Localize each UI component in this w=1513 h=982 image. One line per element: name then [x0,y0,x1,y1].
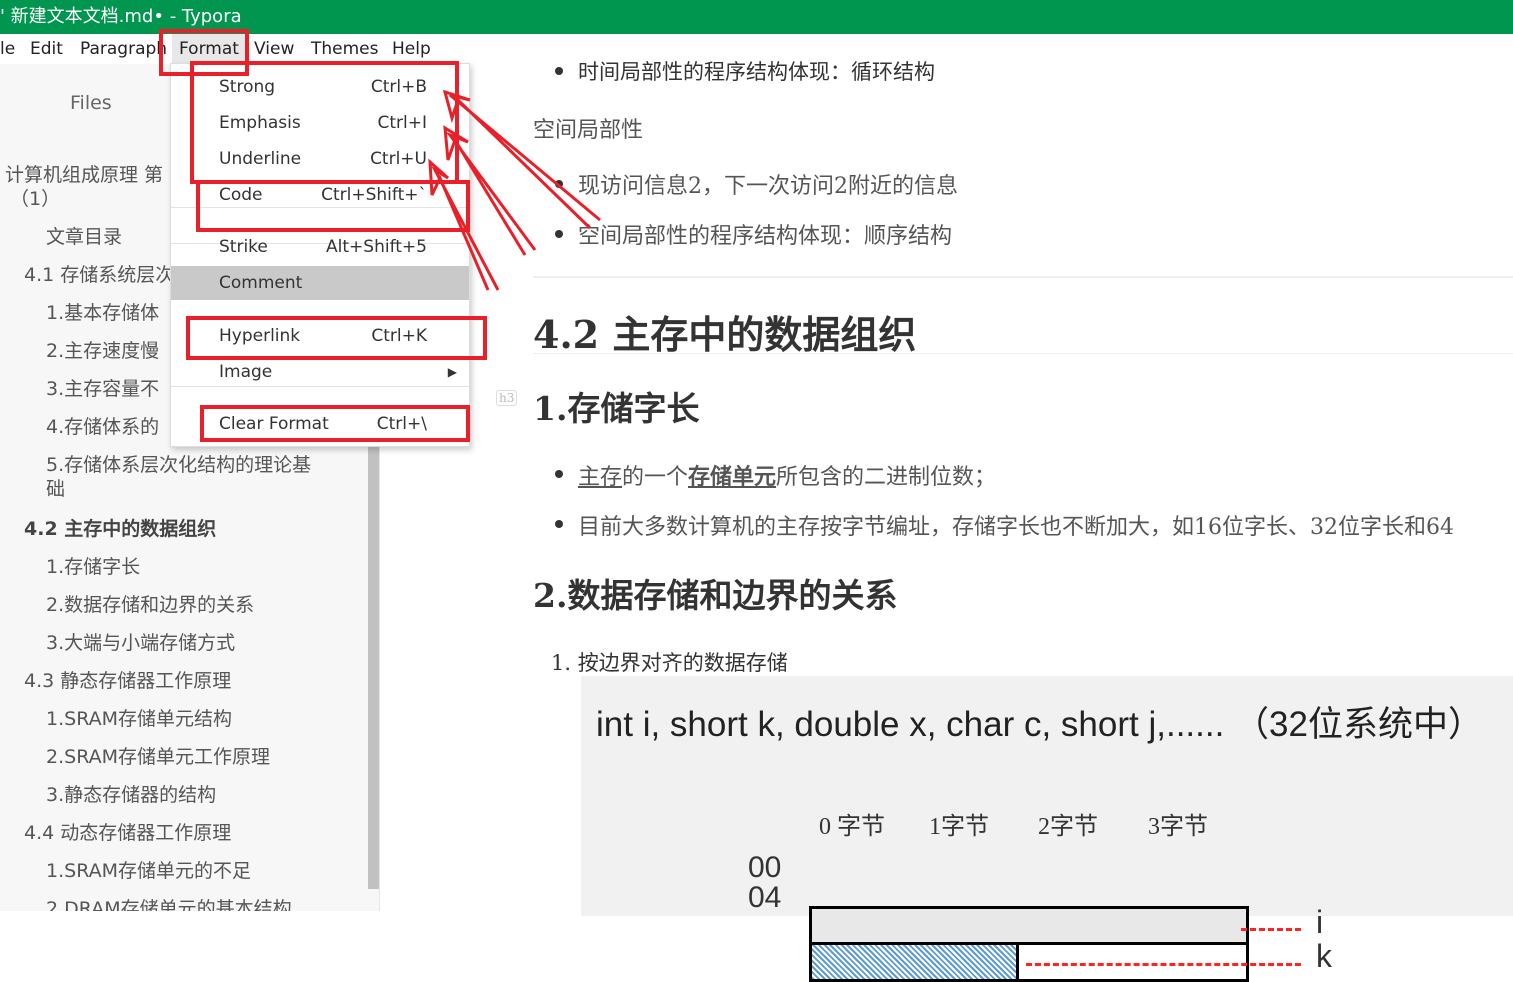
title-bar: ' 新建文本文档.md• - Typora [0,0,1513,34]
var-label: i [1316,904,1324,940]
toc-item[interactable]: 1.SRAM存储单元的不足 [46,856,251,883]
toc-item[interactable]: 2.DRAM存储单元的基本结构 [46,894,292,911]
diagram-image: int i, short k, double x, char c, short … [581,676,1513,982]
toc-item[interactable]: 2.SRAM存储单元工作原理 [46,742,270,769]
menu-item-underline[interactable]: Underline Ctrl+U [171,142,469,176]
menu-file[interactable]: le [0,34,15,64]
row-label: 00 [748,851,782,884]
paragraph: 空间局部性 [533,118,644,143]
heading-3: 2.数据存储和边界的关系 [533,576,898,615]
menu-item-hyperlink[interactable]: Hyperlink Ctrl+K [171,319,469,353]
menu-item-code[interactable]: Code Ctrl+Shift+` [171,178,469,212]
menu-item-label: Image [219,362,273,382]
col-label: 0 字节 [819,814,885,840]
files-title[interactable]: Files [70,92,112,114]
menu-item-image[interactable]: Image ▶ [171,355,469,389]
menu-item-strong[interactable]: Strong Ctrl+B [171,70,469,104]
ordered-item: 1. 按边界对齐的数据存储 [551,651,788,675]
menu-edit[interactable]: Edit [30,34,63,64]
format-menu: Strong Ctrl+B Emphasis Ctrl+I Underline Ctrl+… [170,63,470,447]
toc-item[interactable]: 5.存储体系层次化结构的理论基 [46,450,311,477]
sidebar-scrollbar[interactable] [368,444,379,889]
bullet-text: 空间局部性的程序结构体现：顺序结构 [578,224,953,249]
toc-item[interactable]: 计算机组成原理 第 [5,160,163,187]
toc-item[interactable]: 4.4 动态存储器工作原理 [24,818,231,845]
toc-item[interactable]: 文章目录 [46,222,122,249]
heading-3: 1.存储字长 [533,389,700,428]
menu-item-clear-format[interactable]: Clear Format Ctrl+\ [171,407,469,441]
menu-item-shortcut: Ctrl+B [370,77,427,97]
toc-item[interactable]: 4.3 静态存储器工作原理 [24,666,231,693]
menu-item-label: Underline [219,149,302,169]
heading-2: 4.2 主存中的数据组织 [533,312,917,357]
toc-item[interactable]: 2.数据存储和边界的关系 [46,590,254,617]
toc-item[interactable]: （1） [10,184,60,211]
menu-help[interactable]: Help [392,34,431,64]
window-title: ' 新建文本文档.md• - Typora [0,6,242,27]
editor[interactable]: 时间局部性的程序结构体现：循环结构 空间局部性 现访问信息2，下一次访问2附近的… [381,60,1513,982]
toc-item[interactable]: 础 [46,474,65,501]
toc-item[interactable]: 4.1 存储系统层次 [24,260,174,287]
menu-item-shortcut: Ctrl+K [371,326,427,346]
menu-view[interactable]: View [254,34,294,64]
toc-item[interactable]: 1.存储字长 [46,552,140,579]
col-label: 3字节 [1148,814,1208,840]
row-label: 04 [748,881,782,914]
menu-paragraph[interactable]: Paragraph [80,34,167,64]
bullet-text: 现访问信息2，下一次访问2附近的信息 [578,174,958,199]
menu-item-strike[interactable]: Strike Alt+Shift+5 [171,230,469,264]
var-label: k [1316,938,1332,974]
submenu-arrow-icon: ▶ [447,365,457,379]
menu-themes[interactable]: Themes [311,34,379,64]
bullet-text: 时间局部性的程序结构体现：循环结构 [578,60,935,84]
heading-level-tag: h3 [496,390,518,406]
menu-item-shortcut: Ctrl+U [370,149,427,169]
bullet-text: 目前大多数计算机的主存按字节编址，存储字长也不断加大，如16位字长、32位字长和… [578,515,1454,540]
toc-item[interactable]: 4.2 主存中的数据组织 [24,514,216,541]
col-label: 2字节 [1038,814,1098,840]
menu-item-comment[interactable]: Comment [171,266,469,300]
bullet-text: 主存的一个存储单元所包含的二进制位数； [578,464,997,490]
toc-item[interactable]: 2.主存速度慢 [46,336,159,363]
menu-item-shortcut: Alt+Shift+5 [326,237,427,257]
toc-item[interactable]: 3.静态存储器的结构 [46,780,216,807]
menu-format[interactable]: Format [172,34,246,64]
menu-item-shortcut: Ctrl+\ [376,414,427,434]
toc-item[interactable]: 3.大端与小端存储方式 [46,628,235,655]
menu-item-label: Comment [219,273,303,293]
toc-item[interactable]: 3.主存容量不 [46,374,159,401]
menu-item-shortcut: Ctrl+I [377,113,427,133]
menu-item-label: Strike [219,237,268,257]
menu-item-label: Hyperlink [219,326,301,346]
toc-item[interactable]: 4.存储体系的 [46,412,159,439]
menu-item-label: Strong [219,77,276,97]
menu-item-label: Clear Format [219,414,329,434]
menu-item-shortcut: Ctrl+Shift+` [321,185,427,205]
col-label: 1字节 [929,814,989,840]
menu-item-emphasis[interactable]: Emphasis Ctrl+I [171,106,469,140]
menu-item-label: Emphasis [219,113,301,133]
toc-item[interactable]: 1.SRAM存储单元结构 [46,704,232,731]
image-caption: int i, short k, double x, char c, short … [596,705,1483,744]
menu-item-label: Code [219,185,263,205]
toc-item[interactable]: 1.基本存储体 [46,298,159,325]
